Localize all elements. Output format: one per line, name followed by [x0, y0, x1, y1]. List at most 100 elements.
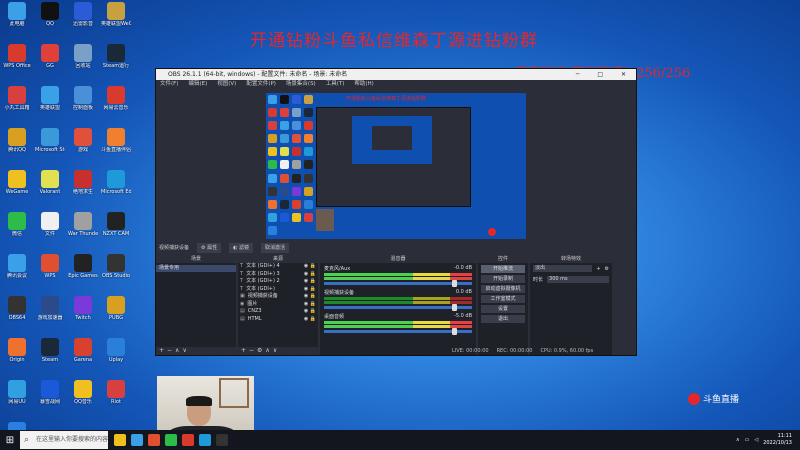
- source-item[interactable]: ▤ CNZ3 ◉ 🔒: [238, 308, 318, 316]
- source-item[interactable]: ◉ 图片 ◉ 🔒: [238, 301, 318, 309]
- window-controls[interactable]: ─ □ ✕: [576, 69, 634, 80]
- desktop-shortcut[interactable]: 微信: [2, 212, 32, 252]
- desktop-shortcut[interactable]: 腾讯会议: [2, 254, 32, 294]
- desktop-shortcut[interactable]: Microsoft Edge: [101, 170, 131, 210]
- taskbar-app-icon[interactable]: [182, 434, 194, 446]
- filters-button[interactable]: ◐ 滤镜: [229, 243, 254, 253]
- taskbar-app-icon[interactable]: [148, 434, 160, 446]
- taskbar-app-icon[interactable]: [216, 434, 228, 446]
- volume-slider[interactable]: [324, 328, 472, 335]
- visibility-lock-icons[interactable]: ◉ 🔒: [304, 308, 316, 316]
- desktop-shortcut[interactable]: PUBG: [101, 296, 131, 336]
- desktop-shortcut[interactable]: Uplay: [101, 338, 131, 378]
- desktop-shortcut[interactable]: 斗鱼直播伴侣: [101, 128, 131, 168]
- desktop-shortcut[interactable]: OBS64: [2, 296, 32, 336]
- desktop-shortcut[interactable]: Steam运行: [101, 44, 131, 84]
- desktop-shortcut[interactable]: QQ: [35, 2, 65, 42]
- obs-preview-canvas[interactable]: 开通钻粉斗鱼私信维森丁源进钻粉群: [266, 93, 526, 239]
- properties-button[interactable]: ⚙ 属性: [197, 243, 222, 253]
- visibility-lock-icons[interactable]: ◉ 🔒: [304, 286, 316, 294]
- visibility-lock-icons[interactable]: ◉ 🔒: [304, 263, 316, 271]
- control-button[interactable]: 开始推流: [481, 265, 525, 273]
- desktop-shortcut[interactable]: NZXT CAM: [101, 212, 131, 252]
- menu-item[interactable]: 文件(F): [160, 80, 178, 89]
- menu-item[interactable]: 编辑(E): [188, 80, 207, 89]
- transition-select[interactable]: 淡出: [533, 265, 593, 272]
- source-item[interactable]: ▤ HTML ◉ 🔒: [238, 316, 318, 324]
- desktop-shortcut[interactable]: OBS Studio: [101, 254, 131, 294]
- visibility-lock-icons[interactable]: ◉ 🔒: [304, 316, 316, 324]
- add-transition-icon[interactable]: +: [596, 266, 600, 272]
- gear-icon[interactable]: ⚙: [605, 266, 609, 272]
- desktop-shortcut[interactable]: 英雄联盟: [35, 86, 65, 126]
- desktop-shortcut[interactable]: Garena: [68, 338, 98, 378]
- desktop-shortcut[interactable]: 英雄联盟WeGame: [101, 2, 131, 42]
- menu-item[interactable]: 场景集合(S): [286, 80, 316, 89]
- control-button[interactable]: 开始录制: [481, 275, 525, 283]
- taskbar-app-icon[interactable]: [114, 434, 126, 446]
- menu-item[interactable]: 视图(V): [217, 80, 236, 89]
- sources-toolbar[interactable]: +−⚙∧∨: [238, 347, 318, 355]
- taskbar-app-icon[interactable]: [199, 434, 211, 446]
- source-item[interactable]: T 文本 (GDI+) ◉ 🔒: [238, 286, 318, 294]
- desktop-shortcut[interactable]: QQ音乐: [68, 380, 98, 420]
- volume-slider[interactable]: [324, 280, 472, 287]
- desktop-shortcut[interactable]: 游戏: [68, 128, 98, 168]
- desktop-shortcut[interactable]: GG: [35, 44, 65, 84]
- menu-item[interactable]: 配置文件(P): [246, 80, 276, 89]
- source-item[interactable]: T 文本 (GDI+) 3 ◉ 🔒: [238, 271, 318, 279]
- visibility-lock-icons[interactable]: ◉ 🔒: [304, 301, 316, 309]
- desktop-shortcut[interactable]: 文件: [35, 212, 65, 252]
- network-icon[interactable]: ▭: [745, 437, 750, 443]
- desktop-shortcut[interactable]: 网易UU: [2, 380, 32, 420]
- desktop-shortcut[interactable]: War Thunder: [68, 212, 98, 252]
- desktop-shortcut[interactable]: WPS Office: [2, 44, 32, 84]
- scenes-toolbar[interactable]: +−∧∨: [156, 347, 236, 355]
- menu-item[interactable]: 工具(T): [326, 80, 345, 89]
- visibility-lock-icons[interactable]: ◉ 🔒: [304, 293, 316, 301]
- deactivate-button[interactable]: 取消激活: [261, 243, 290, 253]
- source-item[interactable]: T 文本 (GDI+) 4 ◉ 🔒: [238, 263, 318, 271]
- menu-item[interactable]: 帮助(H): [354, 80, 373, 89]
- source-item[interactable]: ▣ 视频捕获设备 ◉ 🔒: [238, 293, 318, 301]
- desktop-shortcut[interactable]: 暴雪战网: [35, 380, 65, 420]
- system-tray: ∧ ▭ ◁ 11:11 2022/10/13: [736, 430, 792, 450]
- control-button[interactable]: 设置: [481, 305, 525, 313]
- volume-icon[interactable]: ◁: [754, 437, 758, 443]
- obs-title-bar[interactable]: OBS 26.1.1 (64-bit, windows) - 配置文件: 未命名…: [156, 69, 636, 80]
- control-button[interactable]: 退出: [481, 315, 525, 323]
- desktop-shortcut[interactable]: 此电脑: [2, 2, 32, 42]
- desktop-shortcut[interactable]: 网易云音乐: [101, 86, 131, 126]
- taskbar-app-icon[interactable]: [165, 434, 177, 446]
- taskbar-search-box[interactable]: 在这里输入你要搜索的内容: [20, 431, 108, 449]
- control-button[interactable]: 启动虚拟摄像机: [481, 285, 525, 293]
- desktop-shortcut[interactable]: 绝地求生: [68, 170, 98, 210]
- chevron-up-icon[interactable]: ∧: [736, 437, 740, 443]
- desktop-shortcut[interactable]: 游戏加速器: [35, 296, 65, 336]
- desktop-shortcut[interactable]: 腾讯QQ: [2, 128, 32, 168]
- desktop-shortcut[interactable]: WPS: [35, 254, 65, 294]
- volume-slider[interactable]: [324, 304, 472, 311]
- desktop-shortcut[interactable]: Valorant: [35, 170, 65, 210]
- app-icon: [41, 86, 59, 104]
- desktop-shortcut[interactable]: WeGame: [2, 170, 32, 210]
- windows-start-icon[interactable]: ⊞: [0, 430, 20, 450]
- visibility-lock-icons[interactable]: ◉ 🔒: [304, 278, 316, 286]
- desktop-shortcut[interactable]: 小丸工具箱: [2, 86, 32, 126]
- desktop-shortcut[interactable]: 控制面板: [68, 86, 98, 126]
- desktop-shortcut[interactable]: Microsoft Store: [35, 128, 65, 168]
- visibility-lock-icons[interactable]: ◉ 🔒: [304, 271, 316, 279]
- taskbar-clock[interactable]: 11:11 2022/10/13: [763, 433, 792, 447]
- desktop-shortcut[interactable]: 回收站: [68, 44, 98, 84]
- control-button[interactable]: 工作室模式: [481, 295, 525, 303]
- source-item[interactable]: T 文本 (GDI+) 2 ◉ 🔒: [238, 278, 318, 286]
- desktop-shortcut[interactable]: Origin: [2, 338, 32, 378]
- desktop-shortcut[interactable]: Twitch: [68, 296, 98, 336]
- taskbar-app-icon[interactable]: [131, 434, 143, 446]
- duration-input[interactable]: 300 ms: [547, 276, 609, 283]
- desktop-shortcut[interactable]: Epic Games: [68, 254, 98, 294]
- desktop-shortcut[interactable]: Steam: [35, 338, 65, 378]
- desktop-shortcut[interactable]: 迅雷影音: [68, 2, 98, 42]
- desktop-shortcut[interactable]: Riot: [101, 380, 131, 420]
- scene-item[interactable]: 场景专用: [156, 265, 236, 272]
